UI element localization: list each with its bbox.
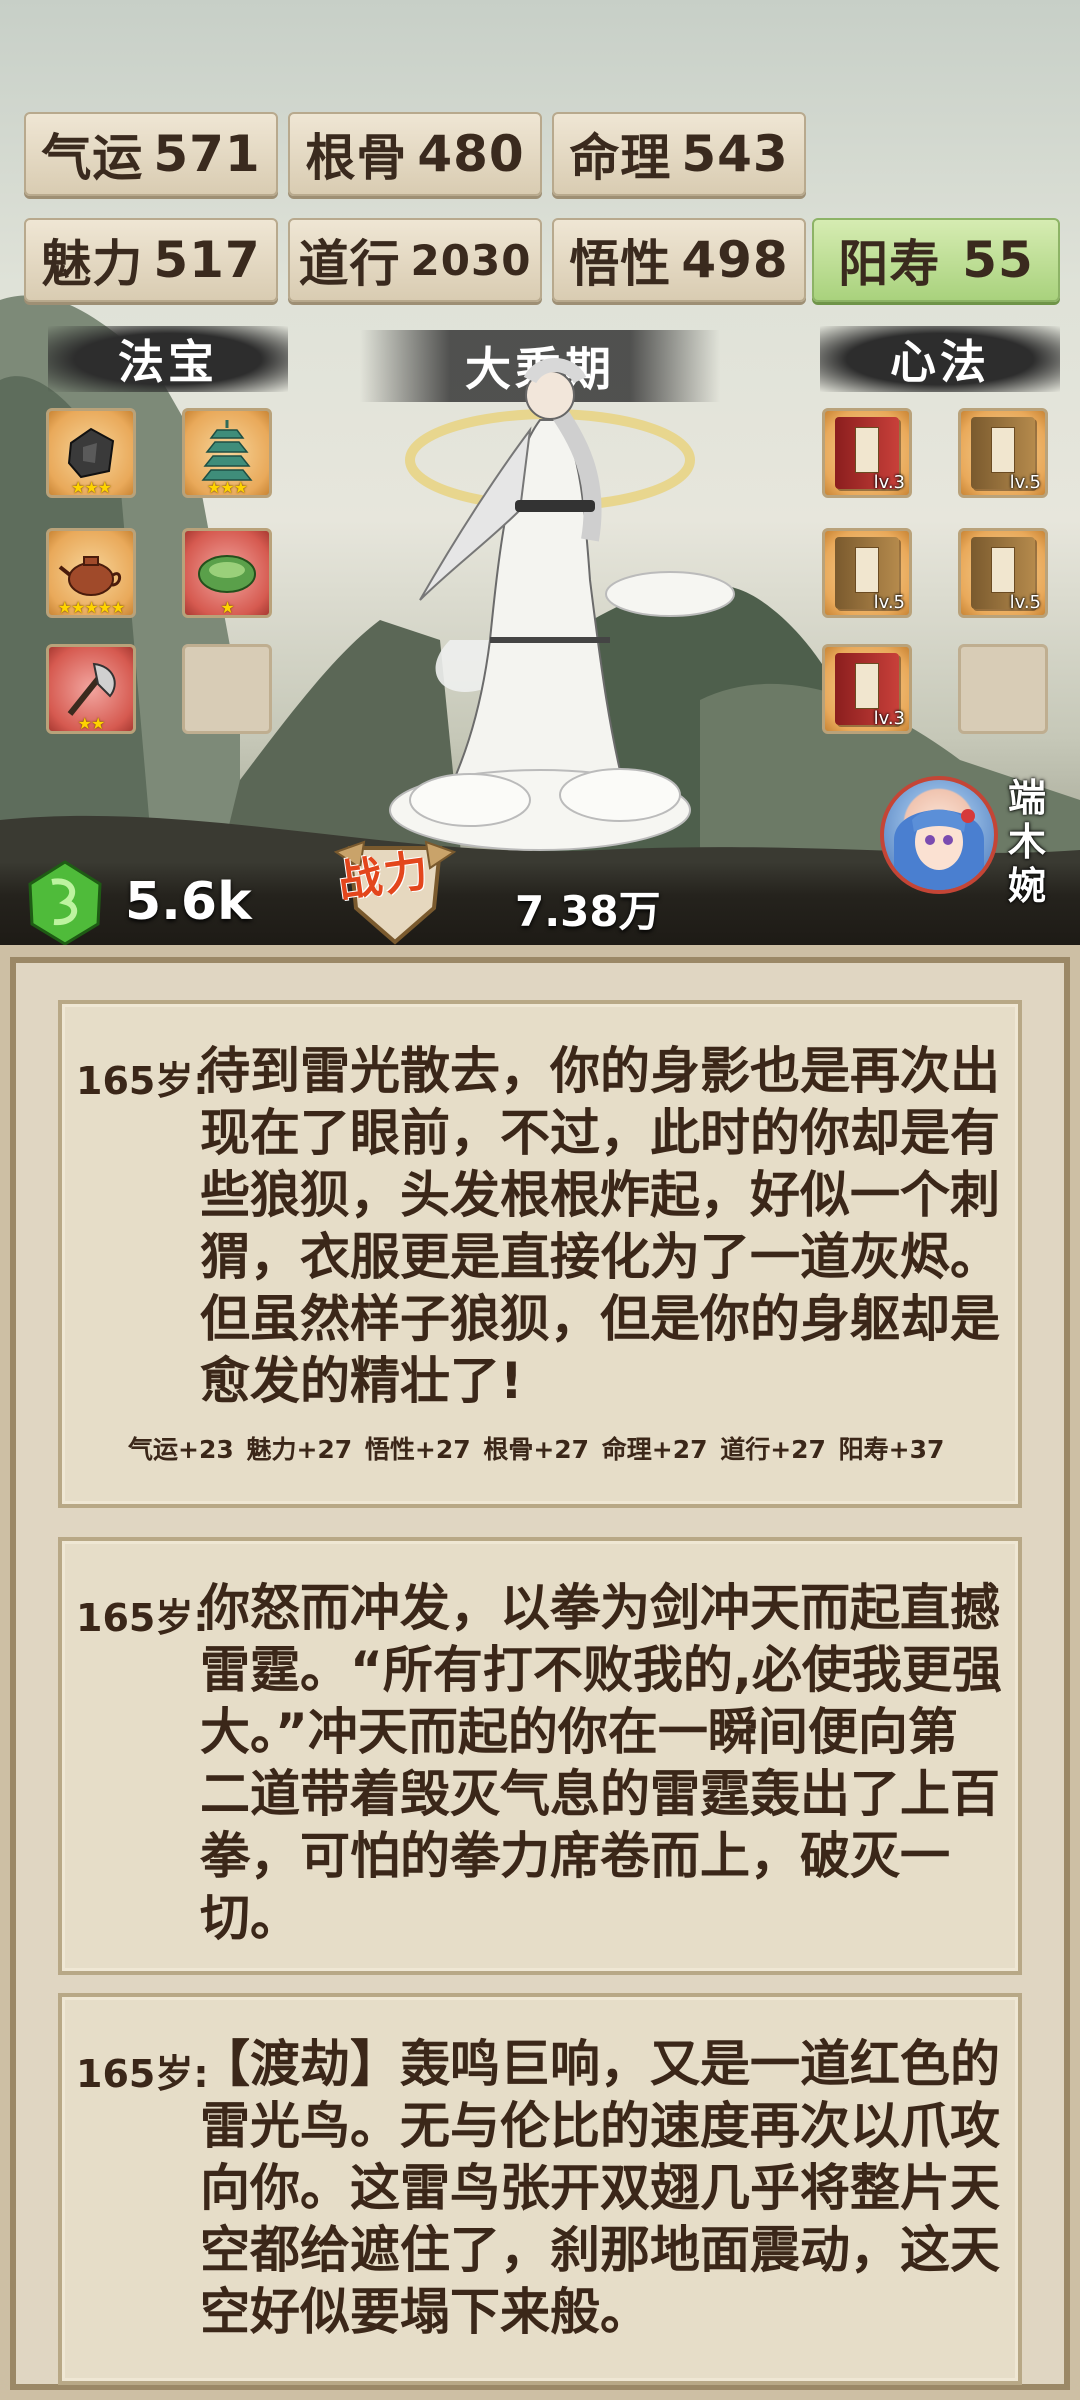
power-value: 7.38万 bbox=[515, 887, 661, 936]
stat-lifespan: 阳寿 55 bbox=[812, 218, 1060, 302]
stat-insight: 悟性 498 bbox=[552, 218, 806, 302]
stat-bone: 根骨 480 bbox=[288, 112, 542, 196]
spirit-stone-count: 5.6k bbox=[125, 872, 252, 932]
character-scene: 气运 571 根骨 480 命理 543 魅力 517 道行 2030 悟性 498 阳寿 5… bbox=[0, 0, 1080, 945]
log-bonus: 气运+23 魅力+27 悟性+27 根骨+27 命理+27 道行+27 阳寿+3… bbox=[128, 1435, 945, 1464]
treasure-slot-empty[interactable] bbox=[182, 644, 272, 734]
treasure-slot-4[interactable]: ★ bbox=[182, 528, 272, 618]
treasures-header: 法宝 bbox=[48, 326, 288, 392]
companion-portrait-icon bbox=[894, 809, 984, 890]
log-entry: 165岁: 你怒而冲发，以拳为剑冲天而起直撼雷霆。“所有打不败我的,必使我更强大… bbox=[58, 1537, 1022, 1975]
log-age: 165岁: bbox=[76, 2052, 209, 2096]
teapot-icon bbox=[58, 556, 122, 596]
log-age: 165岁: bbox=[76, 1596, 209, 1640]
companion-name: 端木婉 bbox=[1007, 776, 1046, 908]
treasure-slot-2[interactable]: ★★★ bbox=[182, 408, 272, 498]
method-slot-4[interactable]: lv.5 bbox=[958, 528, 1048, 618]
treasure-slot-5[interactable]: ★★ bbox=[46, 644, 136, 734]
method-slot-2[interactable]: lv.5 bbox=[958, 408, 1048, 498]
event-log-panel[interactable]: 165岁: 待到雷光散去，你的身影也是再次出现在了眼前，不过，此时的你却是有些狼… bbox=[0, 945, 1080, 2400]
axe-icon bbox=[67, 662, 116, 716]
cauldron-icon bbox=[198, 555, 256, 593]
stat-dao: 道行 2030 bbox=[288, 218, 542, 302]
log-text: 你怒而冲发，以拳为剑冲天而起直撼雷霆。“所有打不败我的,必使我更强大。”冲天而起… bbox=[200, 1579, 1002, 1947]
method-slot-empty[interactable] bbox=[958, 644, 1048, 734]
companion-avatar[interactable] bbox=[880, 776, 998, 894]
treasure-slot-3[interactable]: ★★★★★ bbox=[46, 528, 136, 618]
log-age: 165岁: bbox=[76, 1059, 209, 1103]
log-entry: 165岁: 待到雷光散去，你的身影也是再次出现在了眼前，不过，此时的你却是有些狼… bbox=[58, 1000, 1022, 1508]
cloud-icon bbox=[605, 571, 735, 617]
stat-luck: 气运 571 bbox=[24, 112, 278, 196]
methods-header: 心法 bbox=[820, 326, 1060, 392]
method-slot-5[interactable]: lv.3 bbox=[822, 644, 912, 734]
treasure-slot-1[interactable]: ★★★ bbox=[46, 408, 136, 498]
method-slot-1[interactable]: lv.3 bbox=[822, 408, 912, 498]
stat-fate: 命理 543 bbox=[552, 112, 806, 196]
log-text: 【渡劫】轰鸣巨响，又是一道红色的雷光鸟。无与伦比的速度再次以爪攻向你。这雷鸟张开… bbox=[200, 2035, 1000, 2341]
log-text: 待到雷光散去，你的身影也是再次出现在了眼前，不过，此时的你却是有些狼狈，头发根根… bbox=[200, 1042, 1000, 1410]
stat-charm: 魅力 517 bbox=[24, 218, 278, 302]
power-label: 战力 bbox=[334, 844, 434, 909]
stone-icon bbox=[67, 427, 115, 479]
method-slot-3[interactable]: lv.5 bbox=[822, 528, 912, 618]
spirit-stone-icon[interactable] bbox=[22, 858, 108, 945]
log-entry: 165岁: 【渡劫】轰鸣巨响，又是一道红色的雷光鸟。无与伦比的速度再次以爪攻向你… bbox=[58, 1993, 1022, 2385]
